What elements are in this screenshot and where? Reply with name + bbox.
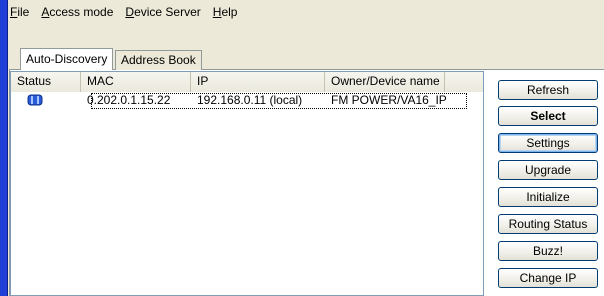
- select-button[interactable]: Select: [498, 106, 598, 126]
- refresh-button[interactable]: Refresh: [498, 80, 598, 100]
- change-ip-button[interactable]: Change IP: [498, 268, 598, 288]
- app-window: File Access mode Device Server Help Auto…: [0, 0, 604, 296]
- buzz-button[interactable]: Buzz!: [498, 241, 598, 261]
- tab-auto-discovery[interactable]: Auto-Discovery: [20, 48, 114, 70]
- menu-help[interactable]: Help: [207, 1, 244, 23]
- device-list[interactable]: Status MAC IP Owner/Device name 0.202.0.…: [10, 71, 484, 296]
- column-header-status[interactable]: Status: [11, 72, 81, 92]
- window-left-edge: [0, 0, 8, 296]
- menu-bar: File Access mode Device Server Help: [8, 0, 604, 24]
- menu-device-server-rest: evice Server: [134, 5, 201, 19]
- menu-help-rest: elp: [221, 5, 238, 19]
- tab-strip: Auto-Discovery Address Book: [8, 48, 604, 70]
- menu-file[interactable]: File: [8, 1, 35, 23]
- column-header-mac[interactable]: MAC: [81, 72, 191, 92]
- column-header-owner[interactable]: Owner/Device name: [325, 72, 445, 92]
- connected-device-icon: [27, 94, 43, 106]
- menu-access-mode[interactable]: Access mode: [35, 1, 119, 23]
- cell-status: [11, 92, 81, 110]
- menu-device-server-mnemonic: D: [125, 5, 135, 19]
- settings-button[interactable]: Settings: [498, 133, 598, 153]
- menu-file-rest: ile: [17, 5, 30, 19]
- routing-status-button[interactable]: Routing Status: [498, 214, 598, 234]
- table-row[interactable]: 0.202.0.1.15.22 192.168.0.11 (local) FM …: [11, 92, 483, 110]
- cell-mac: 0.202.0.1.15.22: [87, 93, 171, 107]
- menu-access-mode-rest: ccess mode: [49, 5, 114, 19]
- initialize-button[interactable]: Initialize: [498, 187, 598, 207]
- device-list-header: Status MAC IP Owner/Device name: [11, 72, 483, 92]
- cell-ip: 192.168.0.11 (local): [197, 93, 303, 107]
- menu-device-server[interactable]: Device Server: [119, 1, 206, 23]
- upgrade-button[interactable]: Upgrade: [498, 160, 598, 180]
- cell-owner: FM POWER/VA16_IP: [331, 93, 447, 107]
- column-header-ip[interactable]: IP: [191, 72, 325, 92]
- column-header-filler: [445, 72, 483, 92]
- tab-address-book[interactable]: Address Book: [115, 50, 202, 70]
